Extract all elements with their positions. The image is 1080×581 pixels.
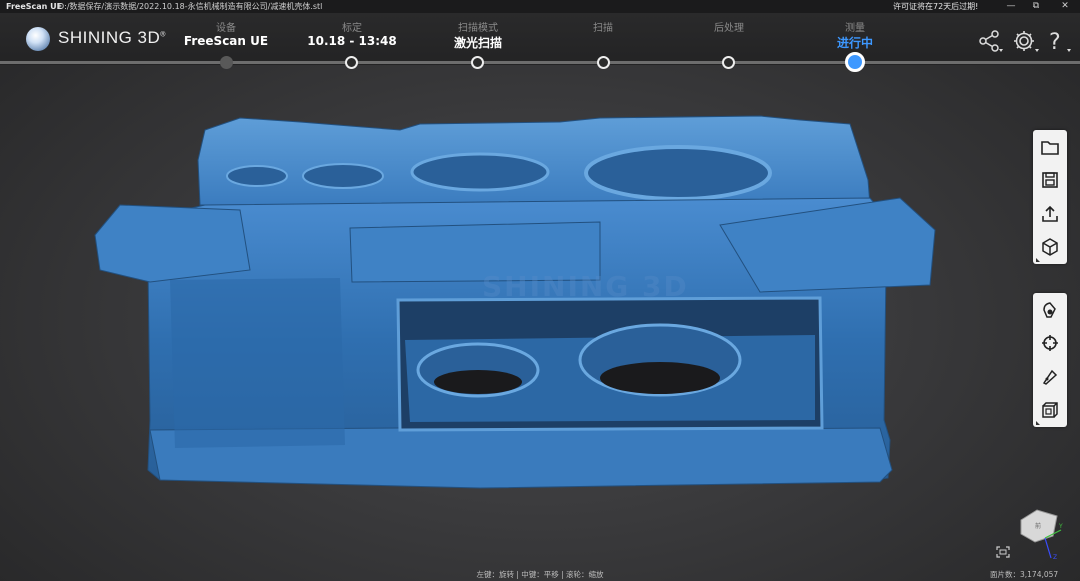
open-folder-icon <box>1041 141 1059 155</box>
3d-box-button[interactable] <box>1033 393 1067 427</box>
measure-toolbar <box>1033 293 1067 427</box>
export-icon <box>1042 205 1058 222</box>
3d-box-icon <box>1042 402 1058 418</box>
view-cube-button[interactable] <box>1033 230 1067 264</box>
submenu-indicator-icon <box>1036 258 1040 262</box>
axis-y-label: Y <box>1058 523 1063 530</box>
file-toolbar <box>1033 130 1067 264</box>
face-count: 面片数：3,174,057 <box>990 570 1059 579</box>
open-folder-button[interactable] <box>1033 130 1067 164</box>
view-cube-icon <box>1042 238 1058 256</box>
marker-button[interactable] <box>1033 360 1067 394</box>
fit-view-icon[interactable] <box>996 546 1010 558</box>
target-icon <box>1042 335 1058 351</box>
submenu-indicator-icon <box>1036 421 1040 425</box>
export-button[interactable] <box>1033 197 1067 231</box>
watermark-text: SHINING 3D <box>482 270 689 303</box>
select-button[interactable] <box>1033 293 1067 327</box>
target-button[interactable] <box>1033 326 1067 360</box>
select-icon <box>1043 302 1056 318</box>
orientation-cube[interactable]: 前 Y Z <box>1015 504 1065 560</box>
save-button[interactable] <box>1033 163 1067 197</box>
save-icon <box>1042 172 1058 188</box>
marker-icon <box>1042 369 1058 385</box>
mouse-hint: 左键：旋转 | 中键：平移 | 滚轮：缩放 <box>476 570 604 579</box>
cube-face-label: 前 <box>1035 522 1041 530</box>
axis-z-label: Z <box>1053 554 1057 560</box>
